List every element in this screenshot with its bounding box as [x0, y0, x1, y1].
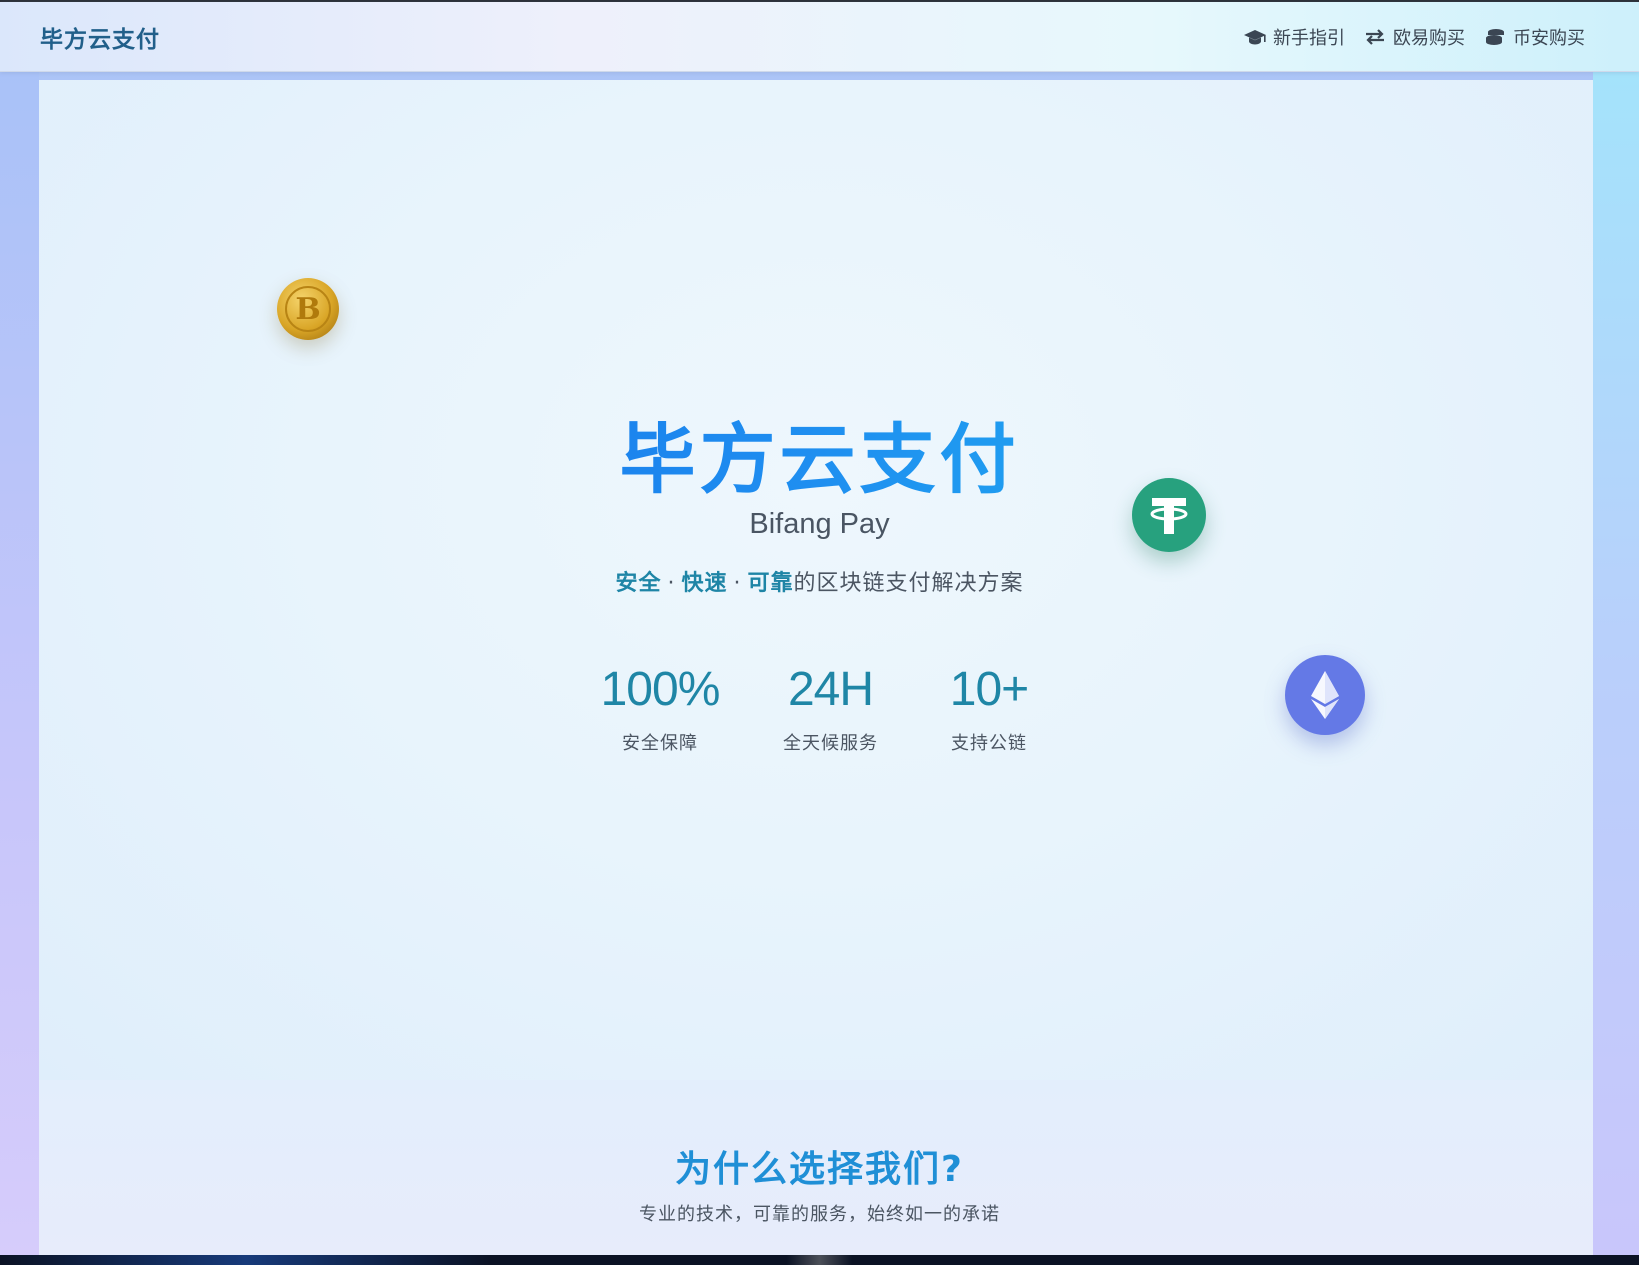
exchange-arrows-icon — [1363, 27, 1387, 47]
stat-label: 支持公链 — [951, 733, 1027, 754]
stat-value: 24H — [787, 663, 874, 716]
nav-link-binance-buy-label: 币安购买 — [1513, 28, 1585, 49]
hero-subtitle: Bifang Pay — [749, 508, 890, 540]
tagline-separator: · — [733, 571, 742, 596]
nav-link-okx-buy[interactable]: 欧易购买 — [1363, 24, 1465, 50]
nav-links: 新手指引 欧易购买 币安购买 — [1243, 24, 1585, 50]
stat-chains: 10+ 支持公链 — [929, 662, 1049, 755]
tagline-highlight-fast: 快速 — [681, 571, 728, 596]
bottom-strip — [0, 1255, 1639, 1265]
hero-title: 毕方云支付 — [0, 398, 1639, 508]
navbar: 毕方云支付 新手指引 欧易购买 币安购买 — [0, 2, 1639, 72]
nav-link-guide[interactable]: 新手指引 — [1243, 24, 1345, 50]
brand-logo-text[interactable]: 毕方云支付 — [40, 20, 160, 54]
stat-label: 全天候服务 — [783, 733, 878, 754]
coins-stack-icon — [1483, 27, 1507, 47]
stat-value: 10+ — [949, 663, 1029, 716]
tagline-rest: 的区块链支付解决方案 — [793, 571, 1024, 596]
why-title: 为什么选择我们? — [675, 1149, 964, 1190]
tagline-highlight-reliable: 可靠 — [747, 571, 794, 596]
stat-security: 100% 安全保障 — [590, 662, 730, 755]
nav-link-binance-buy[interactable]: 币安购买 — [1483, 24, 1585, 50]
hero-tagline: 安全 · 快速 · 可靠的区块链支付解决方案 — [0, 565, 1639, 597]
stat-service: 24H 全天候服务 — [748, 662, 913, 755]
nav-link-guide-label: 新手指引 — [1273, 28, 1345, 49]
graduation-cap-icon — [1243, 27, 1267, 47]
bitcoin-icon: B — [277, 278, 339, 340]
tagline-highlight-secure: 安全 — [615, 571, 662, 596]
nav-link-okx-buy-label: 欧易购买 — [1393, 28, 1465, 49]
stat-label: 安全保障 — [622, 733, 698, 754]
why-subtitle: 专业的技术，可靠的服务，始终如一的承诺 — [639, 1204, 1000, 1225]
stats-row: 100% 安全保障 24H 全天候服务 10+ 支持公链 — [0, 662, 1639, 755]
bitcoin-symbol: B — [285, 286, 331, 332]
stat-value: 100% — [600, 663, 721, 716]
tagline-separator: · — [667, 571, 676, 596]
